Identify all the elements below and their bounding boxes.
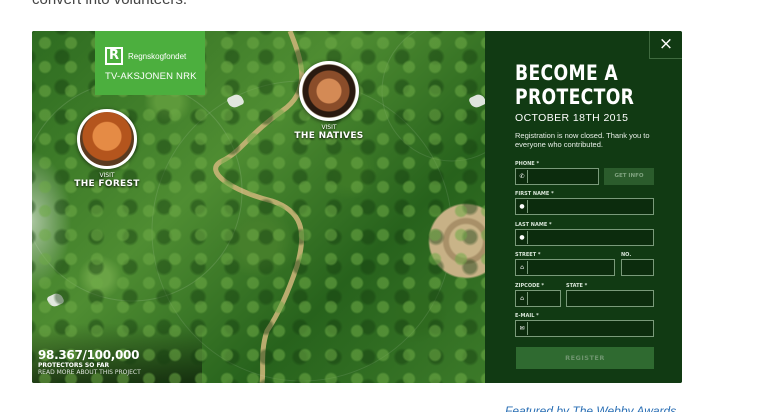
zipcode-field[interactable]: ⌂ bbox=[515, 290, 561, 307]
state-label: STATE * bbox=[566, 283, 588, 289]
phone-field[interactable]: ✆ bbox=[515, 168, 599, 185]
street-input[interactable] bbox=[529, 260, 614, 275]
email-field[interactable]: ✉ bbox=[515, 320, 654, 337]
logo-mark: R bbox=[105, 47, 123, 65]
mail-icon: ✉ bbox=[517, 322, 528, 335]
no-input[interactable] bbox=[622, 260, 653, 275]
last-name-label: LAST NAME * bbox=[515, 222, 552, 228]
logo-sub: TV-AKSJONEN NRK bbox=[105, 71, 197, 82]
read-more-link[interactable]: READ MORE ABOUT THIS PROJECT bbox=[38, 369, 141, 376]
state-field[interactable] bbox=[566, 290, 654, 307]
form-title: BECOME A PROTECTOR bbox=[515, 61, 635, 109]
person-icon: ● bbox=[517, 200, 528, 213]
phone-icon: ✆ bbox=[517, 170, 528, 183]
phone-input[interactable] bbox=[529, 169, 598, 184]
get-info-button[interactable]: GET INFO bbox=[604, 168, 654, 185]
map-marker[interactable] bbox=[226, 92, 245, 110]
sponsor-logo[interactable]: R Regnskogfondet TV-AKSJONEN NRK bbox=[95, 31, 205, 95]
visit-forest-hotspot[interactable]: VISIT THE FOREST bbox=[72, 109, 142, 189]
hotspot-small-label: VISIT bbox=[99, 172, 115, 179]
no-label: NO. bbox=[621, 252, 632, 258]
close-icon[interactable]: × bbox=[649, 31, 682, 59]
orangutan-avatar bbox=[77, 109, 137, 169]
counter-value: 98.367/100,000 bbox=[38, 348, 140, 362]
first-name-input[interactable] bbox=[529, 199, 653, 214]
campaign-card: R Regnskogfondet TV-AKSJONEN NRK VISIT T… bbox=[32, 31, 682, 383]
phone-label: PHONE * bbox=[515, 161, 540, 167]
logo-org: Regnskogfondet bbox=[128, 51, 187, 61]
counter-label: PROTECTORS SO FAR bbox=[38, 362, 110, 369]
village-clearing bbox=[426, 201, 485, 281]
first-name-field[interactable]: ● bbox=[515, 198, 654, 215]
register-button[interactable]: REGISTER bbox=[516, 347, 654, 369]
email-label: E-MAIL * bbox=[515, 313, 539, 319]
intro-text: convert into volunteers. bbox=[32, 0, 187, 8]
signup-panel: × BECOME A PROTECTOR OCTOBER 18TH 2015 R… bbox=[485, 31, 682, 383]
no-field[interactable] bbox=[621, 259, 654, 276]
state-input[interactable] bbox=[567, 291, 653, 306]
hotspot-title: THE FOREST bbox=[74, 179, 140, 189]
map-marker[interactable] bbox=[468, 92, 485, 110]
hotspot-small-label: VISIT bbox=[321, 124, 337, 131]
webby-caption-link[interactable]: Featured by The Webby Awards bbox=[505, 404, 676, 412]
person-icon: ● bbox=[517, 231, 528, 244]
zipcode-input[interactable] bbox=[529, 291, 560, 306]
home-icon: ⌂ bbox=[517, 292, 528, 305]
street-field[interactable]: ⌂ bbox=[515, 259, 615, 276]
protector-counter: 98.367/100,000 PROTECTORS SO FAR READ MO… bbox=[38, 348, 141, 376]
map-marker[interactable] bbox=[46, 291, 65, 309]
visit-natives-hotspot[interactable]: VISIT THE NATIVES bbox=[294, 61, 364, 141]
email-input[interactable] bbox=[529, 321, 653, 336]
hotspot-title: THE NATIVES bbox=[294, 131, 364, 141]
home-icon: ⌂ bbox=[517, 261, 528, 274]
last-name-input[interactable] bbox=[529, 230, 653, 245]
first-name-label: FIRST NAME * bbox=[515, 191, 554, 197]
mist bbox=[32, 151, 72, 291]
native-avatar bbox=[299, 61, 359, 121]
zipcode-label: ZIPCODE * bbox=[515, 283, 544, 289]
registration-closed-note: Registration is now closed. Thank you to… bbox=[515, 131, 650, 149]
form-date: OCTOBER 18TH 2015 bbox=[515, 112, 629, 124]
last-name-field[interactable]: ● bbox=[515, 229, 654, 246]
street-label: STREET * bbox=[515, 252, 541, 258]
